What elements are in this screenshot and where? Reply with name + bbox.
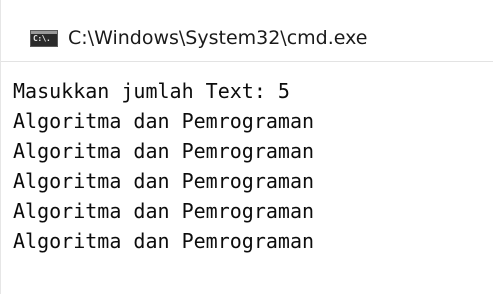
console-line: Algoritma dan Pemrograman bbox=[13, 229, 315, 253]
cmd-console-icon[interactable]: C:\. bbox=[30, 30, 58, 47]
icon-glyph: C:\. bbox=[33, 34, 51, 43]
console-line: Algoritma dan Pemrograman bbox=[13, 199, 315, 223]
cmd-window: C:\. C:\Windows\System32\cmd.exe Masukka… bbox=[0, 0, 493, 294]
title-bar[interactable]: C:\. C:\Windows\System32\cmd.exe bbox=[1, 0, 493, 62]
console-line-prompt: Masukkan jumlah Text: 5 bbox=[13, 79, 290, 103]
console-line: Algoritma dan Pemrograman bbox=[13, 109, 315, 133]
window-title: C:\Windows\System32\cmd.exe bbox=[68, 27, 368, 49]
console-line: Algoritma dan Pemrograman bbox=[13, 139, 315, 163]
console-line: Algoritma dan Pemrograman bbox=[13, 169, 315, 193]
console-output[interactable]: Masukkan jumlah Text: 5 Algoritma dan Pe… bbox=[1, 62, 493, 294]
